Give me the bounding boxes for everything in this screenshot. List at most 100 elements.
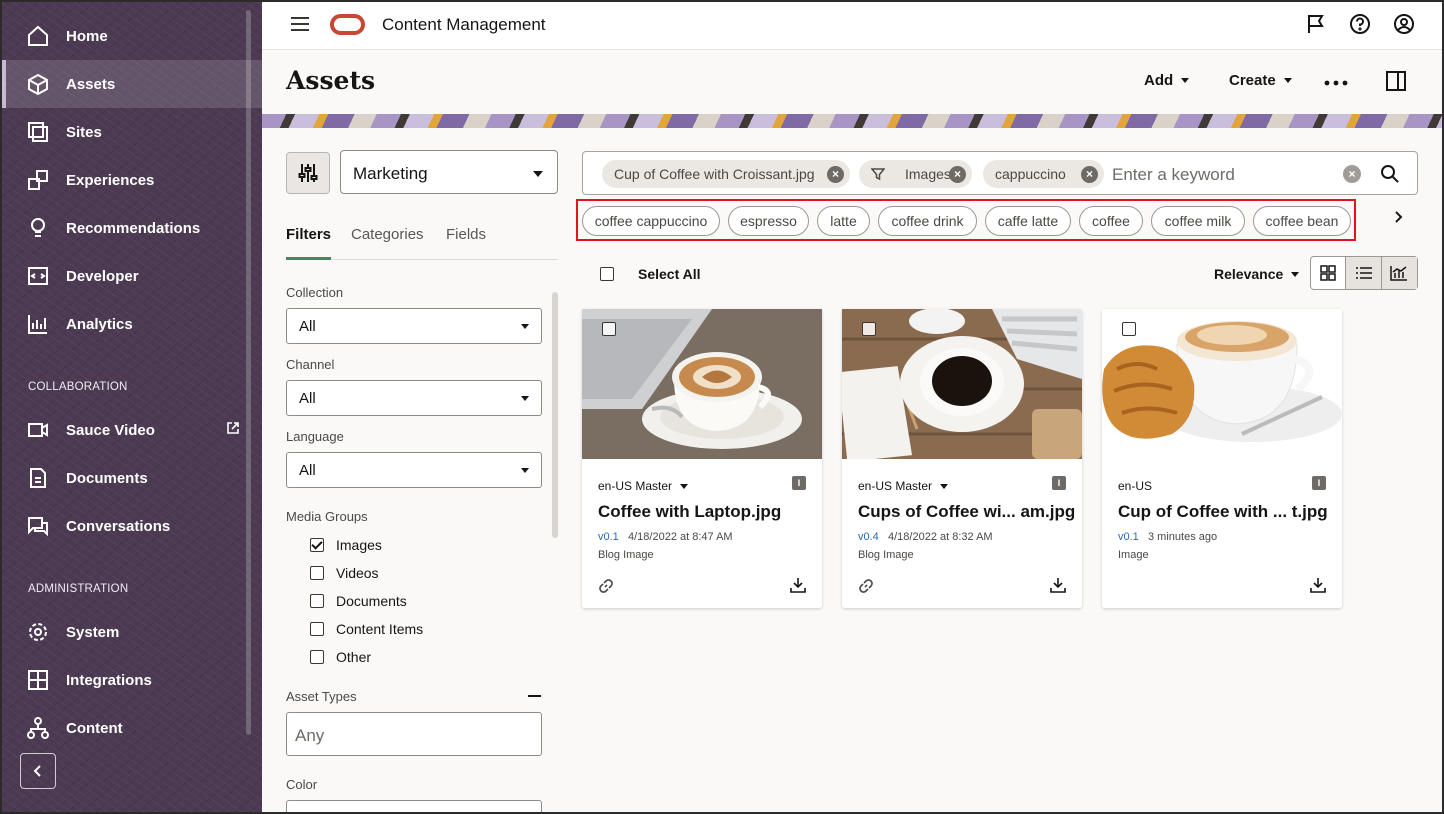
color-input[interactable] [286, 800, 542, 814]
asset-version[interactable]: v0.1 [598, 531, 619, 543]
sidebar-item-documents[interactable]: Documents [4, 454, 262, 502]
sidebar-item-sites[interactable]: Sites [4, 108, 262, 156]
tab-categories[interactable]: Categories [351, 226, 424, 260]
help-icon[interactable] [1349, 13, 1371, 40]
media-group-other[interactable]: Other [310, 649, 371, 665]
tag-chip[interactable]: latte [817, 206, 870, 236]
asset-types-input[interactable]: Any [286, 712, 542, 756]
collapse-sidebar-button[interactable] [20, 753, 56, 789]
search-bar[interactable]: Cup of Coffee with Croissant.jpg × Image… [582, 151, 1418, 195]
download-icon[interactable] [1310, 577, 1326, 598]
tag-chip[interactable]: espresso [728, 206, 809, 236]
checkbox[interactable] [310, 594, 324, 608]
asset-name[interactable]: Coffee with Laptop.jpg [598, 502, 781, 522]
asset-date: 4/18/2022 at 8:32 AM [888, 531, 993, 543]
sort-dropdown[interactable]: Relevance [1214, 266, 1300, 282]
repository-select[interactable]: Marketing [340, 150, 558, 194]
asset-thumbnail[interactable] [582, 309, 822, 459]
tag-chip[interactable]: coffee bean [1253, 206, 1351, 236]
asset-name[interactable]: Cups of Coffee wi... am.jpg [858, 502, 1075, 522]
filter-scrollbar[interactable] [552, 292, 558, 538]
asset-card[interactable]: en-US I Cup of Coffee with ... t.jpg v0.… [1102, 309, 1342, 608]
tab-filters[interactable]: Filters [286, 226, 332, 260]
create-button[interactable]: Create [1229, 72, 1292, 89]
sidebar-item-conversations[interactable]: Conversations [4, 502, 262, 550]
sidebar-item-content[interactable]: Content [4, 704, 262, 752]
list-view-button[interactable] [1346, 257, 1382, 289]
side-panel-toggle-button[interactable] [1385, 70, 1407, 92]
search-chip-filename[interactable]: Cup of Coffee with Croissant.jpg × [602, 160, 850, 188]
sidebar-item-system[interactable]: System [4, 608, 262, 656]
sidebar-item-developer[interactable]: Developer [4, 252, 262, 300]
tab-fields[interactable]: Fields [446, 226, 486, 260]
asset-name[interactable]: Cup of Coffee with ... t.jpg [1118, 502, 1328, 522]
media-group-documents[interactable]: Documents [310, 593, 407, 609]
remove-chip-icon[interactable]: × [1081, 166, 1098, 183]
add-button[interactable]: Add [1144, 72, 1190, 89]
remove-chip-icon[interactable]: × [949, 166, 966, 183]
download-icon[interactable] [790, 577, 806, 598]
media-group-videos[interactable]: Videos [310, 565, 379, 581]
language-label: Language [286, 429, 344, 444]
search-icon[interactable] [1380, 164, 1400, 189]
media-group-images[interactable]: Images [310, 537, 382, 553]
asset-card[interactable]: en-US Master I Cups of Coffee wi... am.j… [842, 309, 1082, 608]
sidebar-item-analytics[interactable]: Analytics [4, 300, 262, 348]
asset-thumbnail[interactable] [1102, 309, 1342, 459]
grid-view-button[interactable] [1311, 257, 1347, 289]
select-all-checkbox[interactable] [600, 267, 614, 281]
language-dropdown[interactable]: en-US Master [598, 479, 689, 493]
card-checkbox[interactable] [602, 322, 616, 336]
media-group-content-items[interactable]: Content Items [310, 621, 423, 637]
checkbox[interactable] [310, 622, 324, 636]
view-switcher [1310, 256, 1418, 290]
sidebar-item-sauce-video[interactable]: Sauce Video [4, 406, 262, 454]
user-avatar-icon[interactable] [1393, 13, 1415, 40]
link-icon[interactable] [858, 578, 874, 599]
asset-version[interactable]: v0.1 [1118, 531, 1139, 543]
sidebar-item-assets[interactable]: Assets [2, 60, 262, 108]
sidebar-scrollbar[interactable] [246, 10, 251, 735]
card-checkbox[interactable] [862, 322, 876, 336]
chevron-down-icon [1291, 271, 1300, 277]
tag-chip[interactable]: coffee drink [878, 206, 977, 236]
collapse-section-icon[interactable] [528, 695, 541, 697]
search-chip-cappuccino[interactable]: cappuccino × [983, 160, 1104, 188]
checkbox[interactable] [310, 538, 324, 552]
media-group-label: Images [336, 537, 382, 553]
collection-select[interactable]: All [286, 308, 542, 344]
sidebar-item-integrations[interactable]: Integrations [4, 656, 262, 704]
tag-chip[interactable]: coffee milk [1151, 206, 1245, 236]
sidebar-item-recommendations[interactable]: Recommendations [4, 204, 262, 252]
flag-icon[interactable] [1305, 13, 1327, 40]
tag-chip[interactable]: coffee cappuccino [582, 206, 720, 236]
panel-icon [1386, 71, 1406, 91]
select-all[interactable]: Select All [600, 266, 701, 282]
sidebar-item-experiences[interactable]: Experiences [4, 156, 262, 204]
asset-thumbnail[interactable] [842, 309, 1082, 459]
more-actions-button[interactable] [1324, 80, 1348, 86]
card-checkbox[interactable] [1122, 322, 1136, 336]
checkbox[interactable] [310, 566, 324, 580]
puzzle-icon [26, 668, 50, 692]
remove-chip-icon[interactable]: × [827, 166, 844, 183]
language-dropdown[interactable]: en-US Master [858, 479, 949, 493]
link-icon[interactable] [598, 578, 614, 599]
channel-select[interactable]: All [286, 380, 542, 416]
search-chip-images[interactable]: Images × [859, 160, 972, 188]
checkbox[interactable] [310, 650, 324, 664]
download-icon[interactable] [1050, 577, 1066, 598]
tag-chip[interactable]: coffee [1079, 206, 1143, 236]
tag-chip[interactable]: caffe latte [985, 206, 1071, 236]
asset-version[interactable]: v0.4 [858, 531, 879, 543]
analytics-view-button[interactable] [1381, 257, 1418, 289]
asset-card[interactable]: en-US Master I Coffee with Laptop.jpg v0… [582, 309, 822, 608]
chevron-right-icon[interactable] [1392, 210, 1404, 229]
clear-search-icon[interactable]: × [1343, 165, 1361, 183]
sidebar-item-home[interactable]: Home [4, 12, 262, 60]
filter-panel-toggle[interactable] [286, 152, 330, 194]
language-select[interactable]: All [286, 452, 542, 488]
search-input[interactable]: Enter a keyword [1112, 165, 1235, 185]
chevron-left-icon [33, 765, 41, 777]
hamburger-menu-icon[interactable] [290, 14, 310, 39]
